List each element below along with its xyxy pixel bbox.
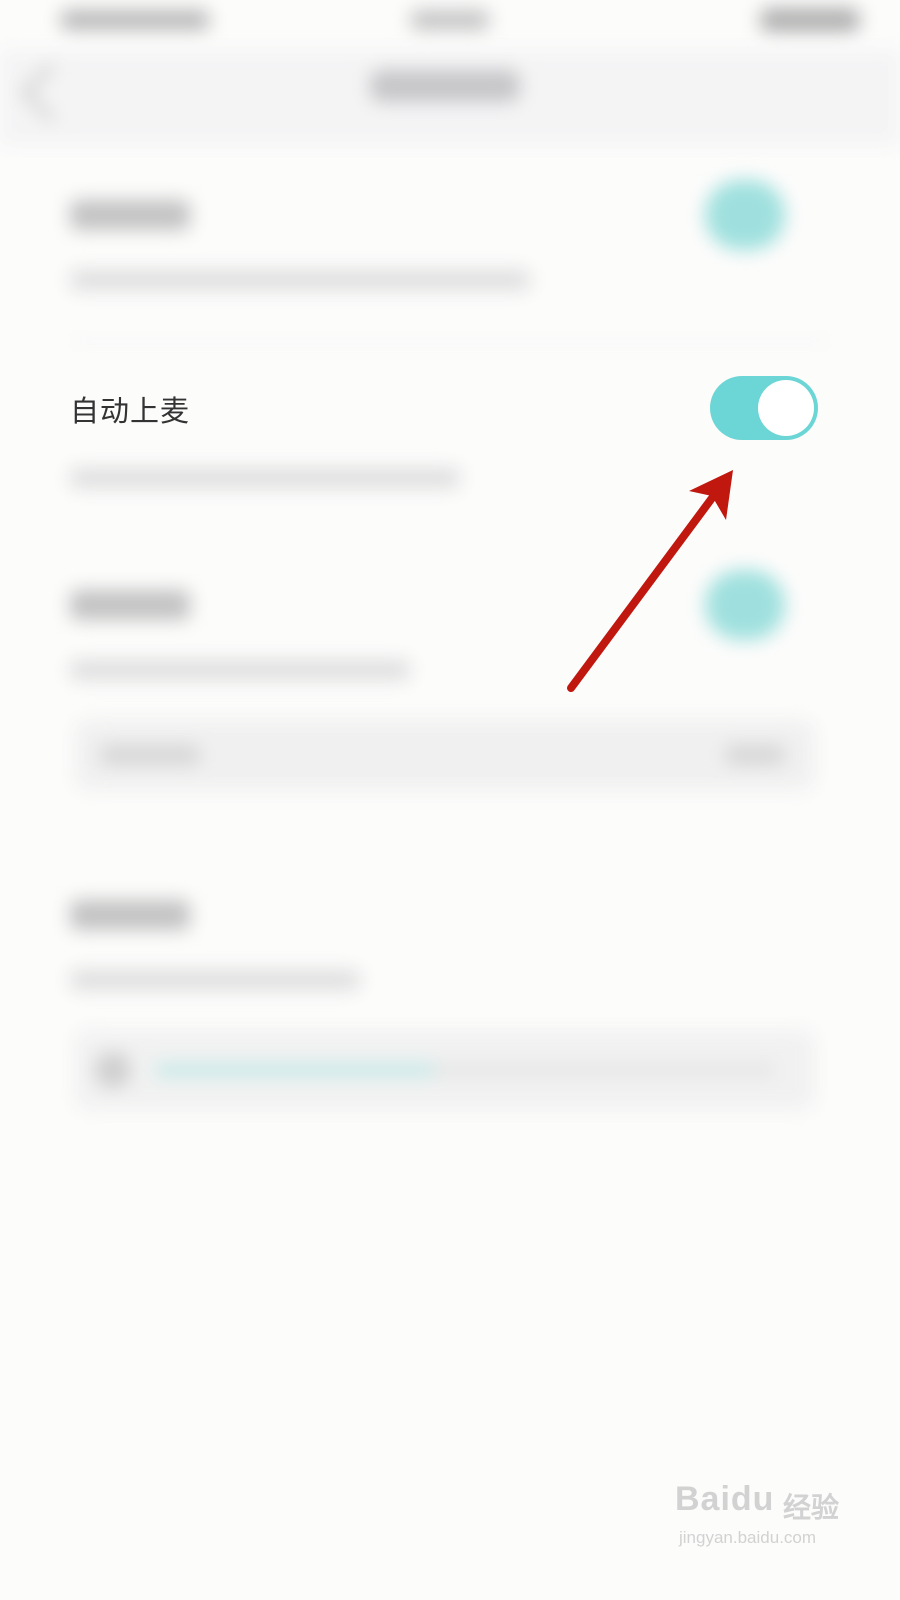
watermark-brand-cn: 经验 bbox=[783, 1491, 840, 1524]
chevron-right-icon bbox=[725, 745, 785, 765]
toggle-knob bbox=[758, 380, 814, 436]
select-value bbox=[100, 745, 200, 765]
watermark-url: jingyan.baidu.com bbox=[679, 1528, 817, 1547]
setting-1-toggle[interactable] bbox=[705, 180, 785, 250]
auto-mic-description bbox=[70, 468, 460, 488]
setting-3-select[interactable] bbox=[75, 720, 815, 790]
setting-row-4 bbox=[0, 870, 900, 1010]
nav-bar bbox=[0, 50, 900, 145]
setting-3-toggle[interactable] bbox=[705, 570, 785, 640]
setting-3-description bbox=[70, 660, 410, 680]
divider bbox=[70, 340, 830, 342]
setting-3-title bbox=[70, 590, 190, 620]
setting-4-title bbox=[70, 900, 190, 930]
setting-4-slider[interactable] bbox=[75, 1030, 815, 1110]
setting-1-description bbox=[70, 270, 530, 290]
status-bar bbox=[0, 0, 900, 50]
volume-icon bbox=[95, 1052, 131, 1088]
status-time bbox=[410, 10, 490, 30]
auto-mic-toggle[interactable] bbox=[710, 376, 818, 440]
slider-track[interactable] bbox=[155, 1065, 775, 1075]
slider-fill bbox=[155, 1065, 434, 1075]
setting-1-title bbox=[70, 200, 190, 230]
page-title bbox=[370, 70, 520, 102]
back-arrow-icon[interactable] bbox=[21, 63, 80, 122]
battery-icon bbox=[760, 8, 860, 32]
watermark-brand: Baidu bbox=[675, 1480, 775, 1518]
setting-row-1 bbox=[0, 170, 900, 330]
auto-mic-label: 自动上麦 bbox=[70, 394, 191, 428]
setting-4-description bbox=[70, 970, 360, 990]
watermark-logo: Baidu 经验 jingyan.baidu.com bbox=[675, 1470, 855, 1560]
carrier-signal-indicator bbox=[60, 10, 210, 30]
